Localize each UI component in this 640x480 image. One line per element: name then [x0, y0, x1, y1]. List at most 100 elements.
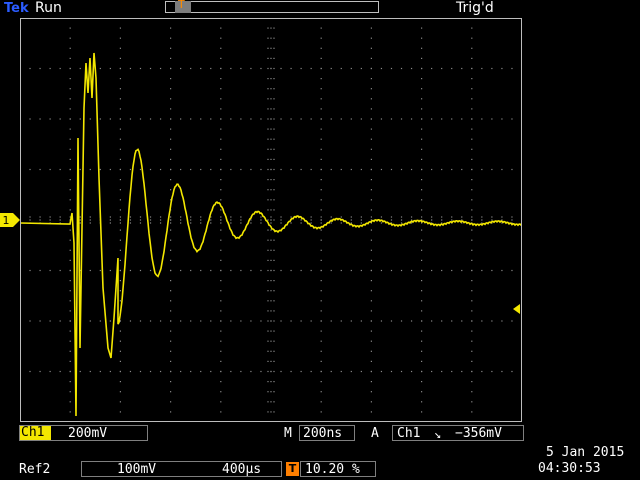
grid-dot	[280, 370, 282, 373]
grid-dot	[230, 370, 232, 373]
grid-dot	[360, 370, 362, 373]
grid-dot	[89, 216, 91, 218]
grid-dot	[119, 199, 121, 201]
grid-dot	[370, 108, 372, 110]
grid-dot	[79, 219, 81, 221]
grid-dot	[210, 269, 212, 272]
trigger-level-marker[interactable]	[510, 303, 522, 315]
trigger-mode-label: A	[371, 426, 379, 441]
grid-dot	[170, 57, 172, 59]
grid-dot	[119, 330, 121, 332]
grid-dot	[180, 168, 182, 171]
grid-dot	[260, 118, 262, 120]
grid-dot	[471, 229, 473, 231]
grid-dot	[109, 216, 111, 218]
grid-dot	[320, 158, 322, 160]
grid-dot	[410, 67, 413, 70]
grid-dot	[280, 168, 282, 171]
grid-dot	[49, 67, 51, 70]
grid-dot	[410, 118, 413, 120]
grid-dot	[220, 222, 222, 224]
grid-dot	[170, 280, 172, 282]
grid-dot	[481, 320, 483, 322]
grid-dot	[260, 269, 262, 272]
grid-dot	[240, 370, 242, 373]
falling-edge-icon: ↘	[434, 427, 442, 441]
channel1-ground-marker[interactable]: 1	[0, 213, 20, 227]
grid-dot	[330, 222, 332, 224]
grid-dot	[220, 108, 222, 110]
grid-dot	[170, 330, 172, 332]
grid-dot	[69, 209, 71, 211]
grid-dot	[380, 370, 383, 373]
grid-dot	[139, 222, 142, 224]
grid-dot	[180, 67, 182, 70]
grid-dot	[119, 158, 121, 160]
grid-dot	[240, 320, 242, 322]
grid-dot	[210, 118, 212, 120]
grid-dot	[69, 280, 71, 282]
grid-dot	[39, 219, 41, 221]
grid-dot	[119, 229, 121, 231]
grid-dot	[170, 381, 172, 383]
grid-dot	[230, 118, 232, 120]
grid-dot	[320, 401, 322, 403]
grid-dot	[250, 370, 252, 373]
grid-dot	[441, 269, 443, 272]
ref2-volts-per-div: 100mV	[117, 462, 157, 477]
grid-dot	[69, 148, 71, 150]
grid-dot	[89, 370, 91, 373]
grid-dot	[310, 222, 312, 224]
grid-dot	[370, 381, 372, 383]
grid-dot	[360, 320, 362, 322]
grid-dot	[250, 269, 252, 272]
grid-dot	[190, 370, 192, 373]
grid-dot	[119, 269, 121, 272]
grid-dot	[170, 88, 172, 90]
grid-dot	[170, 370, 172, 373]
trigger-status: Trig'd	[456, 0, 494, 16]
grid-dot	[273, 209, 275, 211]
grid-dot	[220, 158, 222, 160]
grid-dot	[471, 330, 473, 332]
grid-dot	[270, 239, 272, 241]
grid-dot	[260, 320, 262, 322]
grid-dot	[220, 138, 222, 140]
grid-dot	[290, 370, 292, 373]
grid-dot	[69, 350, 71, 352]
grid-dot	[511, 320, 513, 322]
grid-dot	[481, 67, 483, 70]
grid-dot	[471, 259, 473, 261]
grid-dot	[69, 330, 71, 332]
grid-dot	[421, 259, 423, 261]
grid-dot	[240, 67, 242, 70]
grid-dot	[170, 300, 172, 302]
grid-dot	[59, 320, 61, 322]
grid-dot	[267, 300, 269, 302]
grid-dot	[421, 199, 423, 201]
grid-dot	[320, 350, 322, 352]
grid-dot	[220, 401, 222, 403]
grid-dot	[119, 222, 121, 224]
grid-dot	[200, 216, 202, 218]
grid-dot	[200, 269, 202, 272]
grid-dot	[421, 381, 423, 383]
grid-dot	[370, 128, 372, 130]
grid-dot	[340, 222, 342, 224]
ch1-label[interactable]: Ch1	[20, 426, 51, 440]
grid-dot	[267, 290, 269, 292]
grid-dot	[29, 370, 31, 373]
trigger-source: Ch1	[397, 426, 421, 441]
grid-dot	[159, 118, 162, 120]
grid-dot	[310, 269, 312, 272]
grid-dot	[290, 216, 292, 218]
grid-dot	[501, 118, 503, 120]
grid-dot	[220, 27, 222, 29]
grid-dot	[491, 216, 493, 218]
grid-dot	[49, 118, 51, 120]
grid-dot	[471, 391, 473, 393]
grid-dot	[491, 219, 493, 221]
grid-dot	[267, 47, 269, 49]
grid-dot	[421, 78, 423, 80]
grid-dot	[421, 27, 423, 29]
